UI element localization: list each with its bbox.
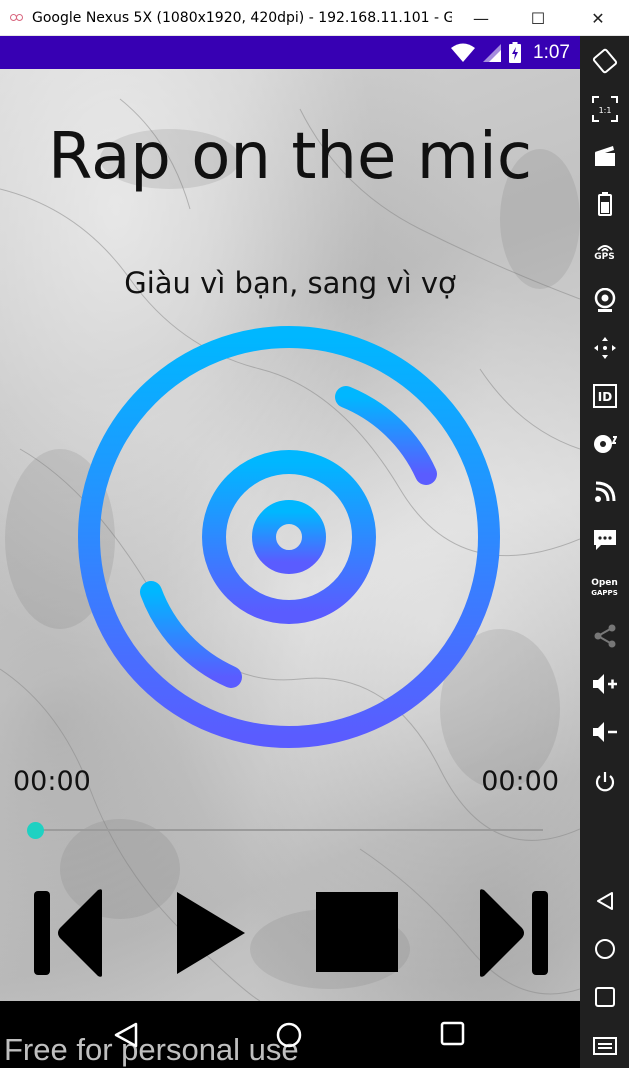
- minimize-button[interactable]: —: [458, 0, 504, 36]
- sidebar-back-icon[interactable]: [580, 881, 629, 921]
- status-clock: 1:07: [533, 41, 570, 63]
- recents-icon[interactable]: [440, 1021, 466, 1047]
- play-icon[interactable]: [175, 888, 247, 978]
- current-time: 00:00: [13, 766, 91, 797]
- id-icon[interactable]: ID: [580, 376, 629, 416]
- sidebar-recents-icon[interactable]: [580, 977, 629, 1017]
- opengapps-label-top: Open: [591, 578, 618, 588]
- share-icon[interactable]: [580, 616, 629, 656]
- seek-track: [35, 829, 543, 831]
- vinyl-disc-icon: [78, 326, 500, 748]
- battery-icon[interactable]: [580, 184, 629, 224]
- opengapps-label-bottom: GAPPS: [591, 589, 618, 597]
- move-icon[interactable]: [580, 328, 629, 368]
- stop-icon[interactable]: [314, 888, 400, 978]
- disc-highlight-top: [335, 386, 437, 485]
- fullscreen-label: 1:1: [598, 106, 611, 115]
- window-title: Google Nexus 5X (1080x1920, 420dpi) - 19…: [32, 9, 452, 26]
- gps-icon[interactable]: GPS: [580, 232, 629, 272]
- camera-icon[interactable]: [580, 280, 629, 320]
- sms-icon[interactable]: [580, 520, 629, 560]
- rotate-icon[interactable]: [580, 41, 629, 81]
- seek-bar[interactable]: [27, 820, 543, 840]
- menu-icon[interactable]: [580, 1026, 629, 1066]
- disc-outer-ring: [78, 326, 500, 748]
- skip-next-icon[interactable]: [474, 888, 550, 978]
- disc-center-ring: [252, 500, 326, 574]
- fullscreen-icon[interactable]: 1:1: [580, 89, 629, 129]
- disc-highlight-bottom: [140, 581, 242, 688]
- song-subtitle: Giàu vì bạn, sang vì vợ: [124, 266, 456, 300]
- watermark-text: Free for personal use: [4, 1032, 299, 1067]
- total-time: 00:00: [481, 766, 559, 797]
- song-title: Rap on the mic: [48, 120, 532, 194]
- genymotion-logo-icon: [10, 13, 24, 23]
- window-titlebar: Google Nexus 5X (1080x1920, 420dpi) - 19…: [0, 0, 629, 36]
- cast-icon[interactable]: [580, 472, 629, 512]
- wifi-icon: [451, 43, 476, 62]
- maximize-button[interactable]: ☐: [515, 0, 561, 36]
- gps-label: GPS: [594, 252, 615, 262]
- signal-icon: [483, 43, 502, 62]
- volume-down-icon[interactable]: [580, 712, 629, 752]
- disk-icon[interactable]: [580, 424, 629, 464]
- device-screen: 1:07 Rap on the mic Giàu vì bạn, sang vì…: [0, 36, 580, 1068]
- close-button[interactable]: ✕: [575, 0, 621, 36]
- sidebar-home-icon[interactable]: [580, 929, 629, 969]
- battery-charging-icon: [509, 42, 522, 63]
- opengapps-icon[interactable]: Open GAPPS: [580, 568, 629, 608]
- power-icon[interactable]: [580, 762, 629, 802]
- disc-middle-ring: [202, 450, 376, 624]
- id-label: ID: [597, 390, 611, 404]
- skip-previous-icon[interactable]: [32, 888, 108, 978]
- status-bar: 1:07: [0, 36, 580, 69]
- seek-thumb[interactable]: [27, 822, 44, 839]
- screen-record-icon[interactable]: [580, 136, 629, 176]
- emulator-toolbar: 1:1 GPS ID Open GAPPS: [580, 36, 629, 1068]
- volume-up-icon[interactable]: [580, 664, 629, 704]
